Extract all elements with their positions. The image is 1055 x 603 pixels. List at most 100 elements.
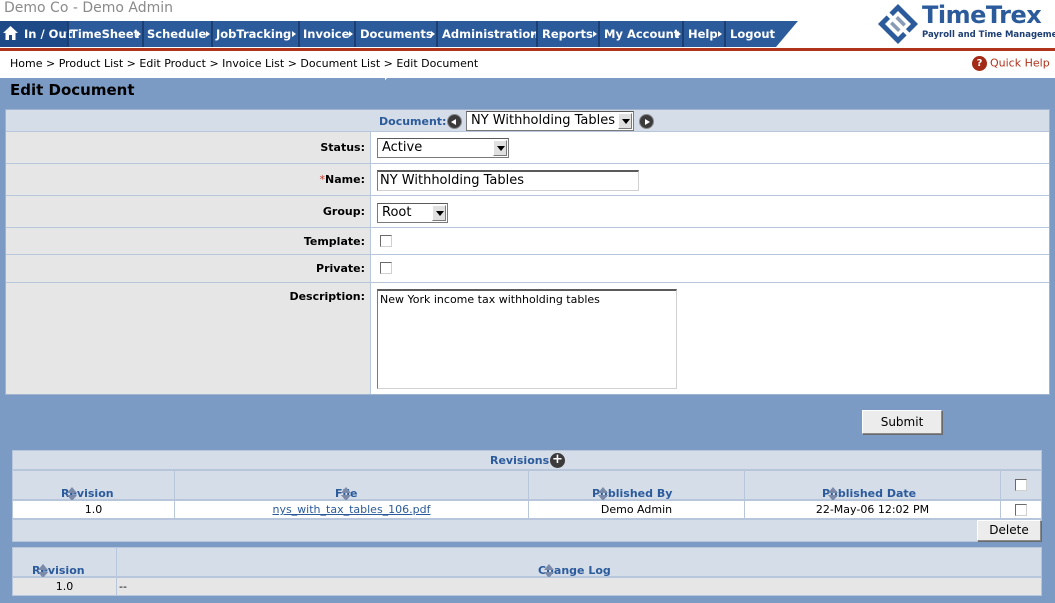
previous-document-button[interactable]: [447, 114, 462, 129]
sort-icon: [38, 564, 48, 578]
chevron-right-icon: [531, 31, 535, 37]
chevron-right-icon: [137, 31, 141, 37]
private-checkbox[interactable]: [380, 262, 392, 274]
col-header-published-by[interactable]: Published By: [528, 470, 745, 501]
status-label: Status:: [320, 141, 365, 154]
status-row: Status: Active: [6, 132, 1049, 164]
nav-separator: [436, 21, 438, 47]
breadcrumb[interactable]: Home > Product List > Edit Product > Inv…: [10, 57, 478, 70]
col-header-published-date[interactable]: Published Date: [744, 470, 1001, 501]
document-select-value: NY Withholding Tables: [471, 113, 615, 128]
nav-jobtracking[interactable]: JobTracking: [213, 21, 291, 47]
chevron-right-icon: [593, 31, 597, 37]
delete-button[interactable]: Delete: [977, 520, 1041, 541]
help-icon: ?: [972, 56, 987, 71]
submit-button[interactable]: Submit: [862, 410, 942, 434]
col-header-file[interactable]: File: [174, 470, 529, 501]
logo-tagline: Payroll and Time Management: [922, 30, 1055, 40]
nav-invoice[interactable]: Invoice: [300, 21, 349, 47]
cl-log-cell: --: [116, 577, 1042, 596]
name-field[interactable]: NY Withholding Tables: [377, 170, 639, 191]
nav-schedule[interactable]: Schedule: [144, 21, 206, 47]
private-label: Private:: [316, 262, 365, 275]
chevron-down-icon: [432, 205, 446, 221]
cl-revision-cell: 1.0: [12, 577, 117, 596]
col-header-change-log[interactable]: Change Log: [116, 547, 1042, 578]
nav-separator: [536, 21, 538, 47]
chevron-right-icon: [718, 31, 722, 37]
nav-separator: [354, 21, 356, 47]
group-value-cell: Root: [372, 196, 1049, 227]
published-date-cell: 22-May-06 12:02 PM: [744, 500, 1001, 519]
private-row: Private:: [6, 255, 1049, 283]
private-label-cell: Private:: [6, 255, 371, 282]
nav-documents[interactable]: Documents: [357, 21, 433, 47]
template-row: Template:: [6, 228, 1049, 255]
template-checkbox[interactable]: [380, 235, 392, 247]
nav-separator: [598, 21, 600, 47]
select-all-checkbox[interactable]: [1015, 479, 1027, 491]
chevron-down-icon: [618, 113, 632, 129]
row-select-cell: [1000, 500, 1042, 519]
add-revision-icon[interactable]: +: [550, 453, 565, 468]
group-select-value: Root: [382, 205, 412, 220]
template-label-cell: Template:: [6, 228, 371, 254]
group-select[interactable]: Root: [377, 203, 448, 223]
company-name: Demo Co - Demo Admin: [4, 0, 174, 16]
chevron-right-icon: [677, 31, 681, 37]
sort-icon: [598, 487, 608, 501]
group-row: Group: Root: [6, 196, 1049, 228]
name-label-cell: *Name:: [6, 164, 371, 195]
template-label: Template:: [303, 235, 365, 248]
next-document-button[interactable]: [639, 114, 654, 129]
status-select[interactable]: Active: [377, 138, 509, 158]
template-value-cell: [372, 228, 1049, 254]
logo-wordmark: TimeTrex: [922, 1, 1042, 29]
col-header-select-all: [1000, 470, 1042, 500]
revisions-footer: [12, 519, 1042, 542]
col-header-cl-revision[interactable]: Revision: [12, 547, 117, 578]
sort-icon: [828, 487, 838, 501]
group-label-cell: Group:: [6, 196, 371, 227]
status-value-cell: Active: [372, 132, 1049, 163]
description-textarea[interactable]: New York income tax withholding tables: [377, 289, 677, 389]
nav-my-account[interactable]: My Account: [601, 21, 679, 47]
name-value-cell: NY Withholding Tables: [372, 164, 1049, 195]
logo-icon: [878, 4, 918, 44]
status-select-value: Active: [382, 140, 423, 155]
row-checkbox[interactable]: [1015, 504, 1027, 516]
name-row: *Name: NY Withholding Tables: [6, 164, 1049, 196]
sort-icon: [67, 487, 77, 501]
status-label-cell: Status:: [6, 132, 371, 163]
timetrex-logo: TimeTrex Payroll and Time Management: [876, 1, 1055, 44]
home-icon: [3, 26, 18, 40]
description-label: Description:: [289, 290, 365, 303]
quick-help-link[interactable]: ? Quick Help: [972, 56, 1050, 71]
file-link[interactable]: nys_with_tax_tables_106.pdf: [272, 503, 430, 516]
published-by-cell: Demo Admin: [528, 500, 745, 519]
nav-bar-tail: [776, 21, 798, 47]
nav-timesheet[interactable]: TimeSheet: [67, 21, 139, 47]
header: Demo Co - Demo Admin In / Out TimeSheet …: [0, 0, 1055, 48]
nav-logout[interactable]: Logout: [727, 21, 775, 47]
name-label-wrap: *Name:: [320, 173, 365, 186]
home-button[interactable]: [0, 21, 21, 47]
description-value-cell: New York income tax withholding tables: [372, 283, 1049, 394]
document-label: Document:: [379, 115, 447, 128]
document-select[interactable]: NY Withholding Tables: [466, 111, 634, 131]
quick-help-label: Quick Help: [990, 56, 1050, 70]
nav-reports[interactable]: Reports: [539, 21, 593, 47]
description-row: Description: New York income tax withhol…: [6, 283, 1049, 394]
sort-icon: [341, 487, 351, 501]
col-header-revision[interactable]: Revision: [12, 470, 175, 501]
description-label-cell: Description:: [6, 283, 371, 394]
edit-document-form: Document: NY Withholding Tables Status: …: [5, 109, 1050, 395]
chevron-right-icon: [206, 31, 210, 37]
chevron-right-icon: [431, 31, 435, 37]
nav-administration[interactable]: Administration: [439, 21, 539, 47]
chevron-right-icon: [349, 31, 353, 37]
nav-in-out[interactable]: In / Out: [21, 21, 72, 47]
document-selector-row: Document: NY Withholding Tables: [6, 110, 1049, 132]
nav-help[interactable]: Help: [685, 21, 718, 47]
file-cell: nys_with_tax_tables_106.pdf: [174, 500, 529, 519]
